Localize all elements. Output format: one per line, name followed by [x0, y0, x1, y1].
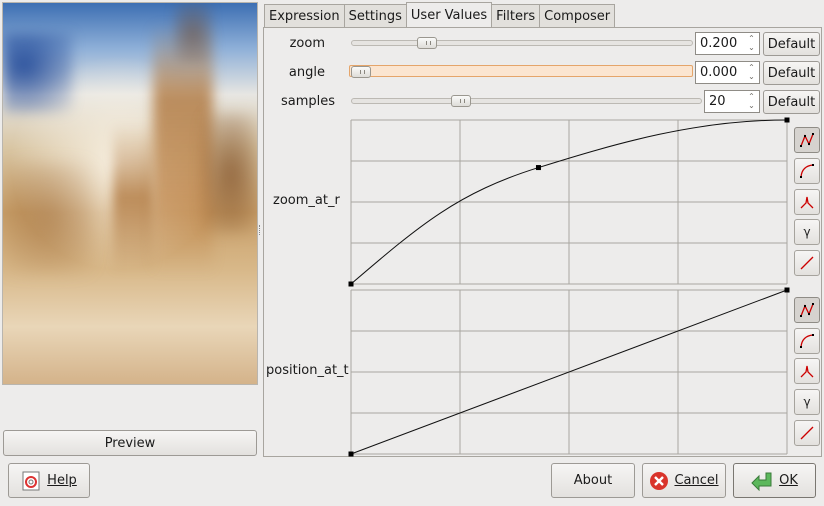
help-label: Help: [47, 473, 77, 488]
angle-slider-handle[interactable]: [351, 66, 371, 78]
gamma-glyph: γ: [803, 225, 811, 239]
linear-curve-icon[interactable]: [794, 420, 820, 446]
angle-spinbutton[interactable]: 0.000 ⌃ ⌄: [695, 61, 760, 84]
ok-icon: [751, 472, 772, 491]
zoom-slider[interactable]: [351, 40, 693, 46]
tab-user-values[interactable]: User Values: [405, 2, 493, 27]
zoom-at-r-label: zoom_at_r: [273, 193, 340, 208]
preview-image: [2, 2, 258, 385]
zoom-at-r-curve-editor[interactable]: [348, 117, 790, 287]
samples-slider[interactable]: [351, 98, 702, 104]
angle-value: 0.000: [700, 65, 738, 80]
spline-curve-icon[interactable]: [794, 127, 820, 153]
zoom-at-r-curve[interactable]: [348, 117, 790, 287]
ok-label: OK: [779, 473, 798, 488]
linear-curve-icon[interactable]: [794, 250, 820, 276]
position-at-t-label: position_at_t: [266, 363, 349, 378]
angle-default-button[interactable]: Default: [763, 61, 820, 85]
tab-bar: Expression Settings User Values Filters …: [264, 2, 616, 27]
tab-composer[interactable]: Composer: [539, 4, 616, 27]
position-at-t-curve-editor[interactable]: [348, 287, 790, 457]
samples-value: 20: [709, 94, 726, 109]
spin-arrows-icon[interactable]: ⌃ ⌄: [745, 92, 758, 111]
tab-expression[interactable]: Expression: [264, 4, 345, 27]
tab-filters[interactable]: Filters: [491, 4, 541, 27]
gamma-icon[interactable]: γ: [794, 219, 820, 245]
samples-slider-handle[interactable]: [451, 95, 472, 107]
help-icon: [22, 471, 40, 490]
zoom-value: 0.200: [700, 36, 738, 51]
zoom-default-button[interactable]: Default: [763, 32, 820, 56]
cancel-button[interactable]: Cancel: [642, 463, 726, 498]
help-button[interactable]: Help: [8, 463, 90, 498]
position-at-t-curve[interactable]: [348, 287, 790, 457]
about-button[interactable]: About: [551, 463, 635, 498]
gamma-icon[interactable]: γ: [794, 389, 820, 415]
curve-control-point[interactable]: [784, 117, 790, 123]
curve-control-point[interactable]: [535, 165, 541, 171]
tab-settings[interactable]: Settings: [343, 4, 407, 27]
zoom-spinbutton[interactable]: 0.200 ⌃ ⌄: [695, 32, 760, 55]
curve-control-point[interactable]: [348, 451, 354, 457]
spin-arrows-icon[interactable]: ⌃ ⌄: [745, 63, 758, 82]
cancel-icon: [650, 471, 669, 490]
peak-curve-icon[interactable]: [794, 189, 820, 215]
ok-button[interactable]: OK: [733, 463, 816, 498]
zoom-slider-handle[interactable]: [416, 37, 437, 49]
curve-control-point[interactable]: [348, 281, 354, 287]
gamma-glyph: γ: [803, 395, 811, 409]
ease-curve-icon[interactable]: [794, 328, 820, 354]
samples-spinbutton[interactable]: 20 ⌃ ⌄: [704, 90, 760, 113]
cancel-label: Cancel: [674, 473, 719, 488]
preview-button[interactable]: Preview: [3, 430, 257, 456]
angle-label: angle: [288, 65, 325, 80]
spin-arrows-icon[interactable]: ⌃ ⌄: [745, 34, 758, 53]
samples-label: samples: [280, 94, 335, 109]
samples-default-button[interactable]: Default: [763, 90, 820, 114]
pane-resize-handle[interactable]: [259, 225, 262, 235]
about-label: About: [573, 473, 613, 488]
ease-curve-icon[interactable]: [794, 158, 820, 184]
peak-curve-icon[interactable]: [794, 358, 820, 384]
curve-control-point[interactable]: [784, 287, 790, 293]
zoom-label: zoom: [289, 36, 325, 51]
spline-curve-icon[interactable]: [794, 297, 820, 323]
angle-slider[interactable]: [349, 65, 693, 77]
